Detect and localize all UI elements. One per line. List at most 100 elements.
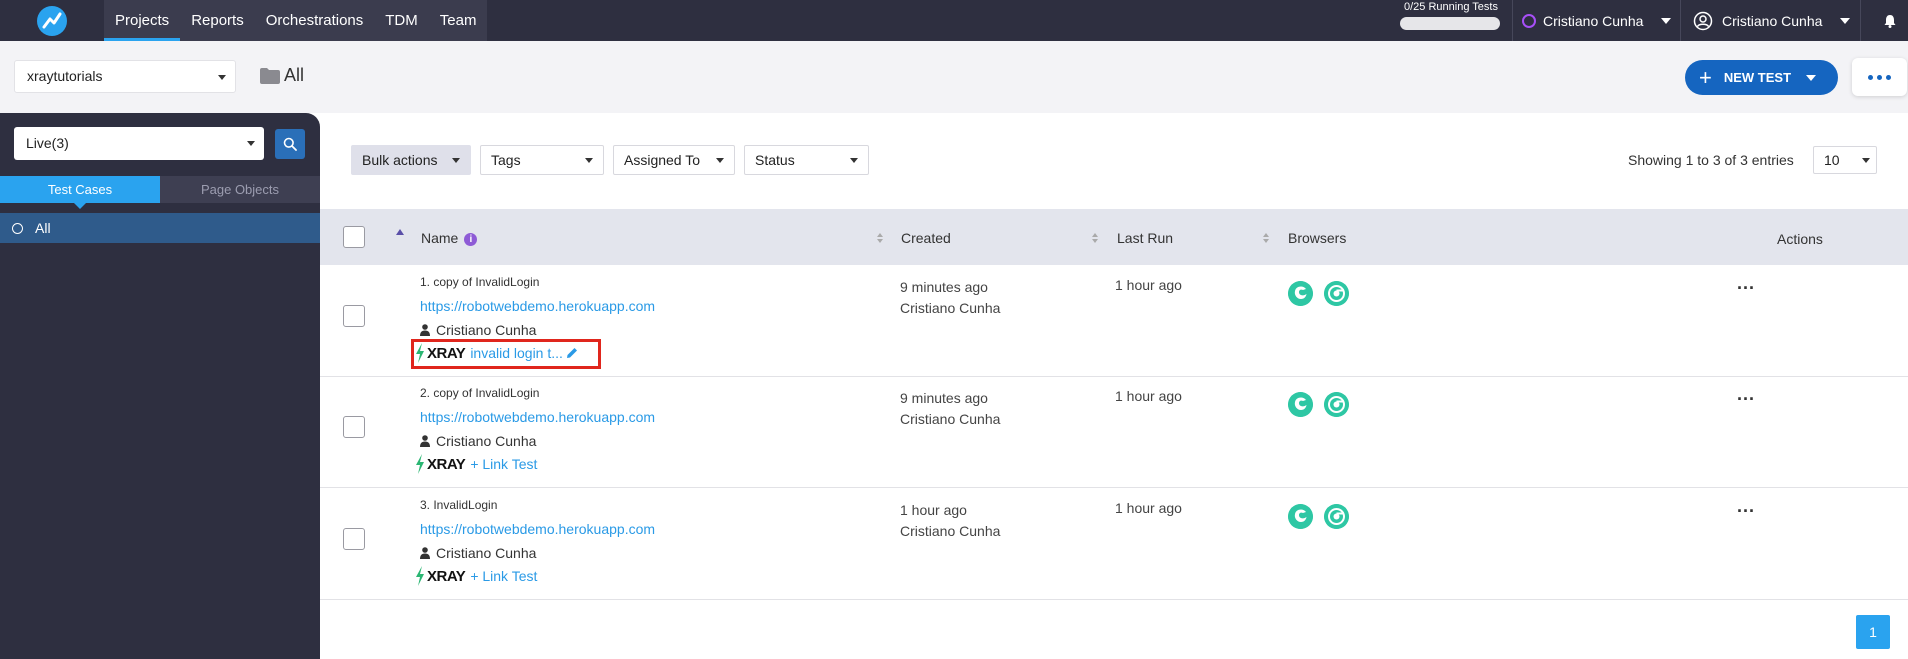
bulk-actions-dropdown[interactable]: Bulk actions xyxy=(351,145,471,175)
nav-divider xyxy=(1680,0,1681,41)
radio-circle-icon xyxy=(12,222,23,234)
info-icon[interactable]: i xyxy=(464,233,478,246)
nav-tab-projects[interactable]: Projects xyxy=(104,0,181,41)
page-size-select[interactable]: 10 xyxy=(1813,146,1877,174)
test-name[interactable]: 3. InvalidLogin xyxy=(420,498,497,512)
tab-page-objects[interactable]: Page Objects xyxy=(160,176,320,203)
more-options-button[interactable] xyxy=(1852,58,1907,96)
page-size-value: 10 xyxy=(1824,152,1840,168)
created-time: 9 minutes ago xyxy=(900,279,988,295)
chrome-icon xyxy=(1324,504,1349,529)
table-header: Name i Created Last Run Browsers Actions xyxy=(320,209,1908,265)
row-actions-button[interactable]: ... xyxy=(1737,273,1755,294)
tags-filter-label: Tags xyxy=(491,152,521,168)
new-test-button[interactable]: + NEW TEST xyxy=(1685,60,1838,95)
sort-icon[interactable] xyxy=(1092,233,1098,243)
tree-item-label: All xyxy=(35,220,51,236)
row-checkbox[interactable] xyxy=(343,416,365,438)
pagination-page-1[interactable]: 1 xyxy=(1856,615,1890,649)
org-user-menu[interactable]: Cristiano Cunha xyxy=(1522,0,1672,41)
live-filter-select[interactable]: Live(3) xyxy=(14,127,264,160)
chevron-down-icon xyxy=(1661,17,1672,24)
bulk-actions-label: Bulk actions xyxy=(362,152,438,168)
status-filter[interactable]: Status xyxy=(744,145,869,175)
sidebar: Live(3) Test Cases Page Objects All xyxy=(0,113,320,659)
table-row[interactable]: 3. InvalidLogin https://robotwebdemo.her… xyxy=(320,488,1908,600)
app-logo-icon[interactable] xyxy=(36,5,68,37)
browser-list xyxy=(1288,281,1349,306)
tab-test-cases[interactable]: Test Cases xyxy=(0,176,160,209)
test-url-link[interactable]: https://robotwebdemo.herokuapp.com xyxy=(420,409,655,425)
account-user-name: Cristiano Cunha xyxy=(1722,12,1823,29)
column-header-name[interactable]: Name i xyxy=(421,230,478,246)
tags-filter[interactable]: Tags xyxy=(480,145,604,175)
chevron-down-icon xyxy=(1806,74,1817,81)
column-header-browsers: Browsers xyxy=(1288,230,1347,246)
last-run-time: 1 hour ago xyxy=(1115,277,1182,293)
firefox-icon xyxy=(1288,504,1313,529)
nav-tab-tdm[interactable]: TDM xyxy=(374,0,429,41)
sidebar-tabs: Test Cases Page Objects xyxy=(0,176,320,209)
test-name[interactable]: 2. copy of InvalidLogin xyxy=(420,386,539,400)
status-filter-label: Status xyxy=(755,152,795,168)
link-test-button[interactable]: + Link Test xyxy=(470,568,537,584)
project-select-value: xraytutorials xyxy=(27,68,103,84)
test-author: Cristiano Cunha xyxy=(420,545,536,561)
highlight-box xyxy=(411,339,601,369)
author-name: Cristiano Cunha xyxy=(436,433,537,449)
chevron-down-icon xyxy=(1862,158,1870,163)
nav-tab-reports[interactable]: Reports xyxy=(180,0,255,41)
entries-count: Showing 1 to 3 of 3 entries xyxy=(1628,152,1794,168)
nav-tab-orchestrations[interactable]: Orchestrations xyxy=(255,0,375,41)
row-actions-button[interactable]: ... xyxy=(1737,384,1755,405)
running-tests-indicator[interactable]: 0/25 Running Tests xyxy=(1400,1,1502,30)
bell-icon[interactable] xyxy=(1883,14,1897,28)
table-row[interactable]: 2. copy of InvalidLogin https://robotweb… xyxy=(320,376,1908,488)
running-tests-label: 0/25 Running Tests xyxy=(1404,1,1498,13)
nav-tab-team[interactable]: Team xyxy=(429,0,488,41)
sort-icon[interactable] xyxy=(1263,233,1269,243)
column-header-created[interactable]: Created xyxy=(901,230,951,246)
xray-brand-text: XRAY xyxy=(427,455,466,473)
column-header-last-run[interactable]: Last Run xyxy=(1117,230,1173,246)
created-by: Cristiano Cunha xyxy=(900,523,1001,539)
chevron-down-icon xyxy=(247,141,255,146)
tree-item-all[interactable]: All xyxy=(0,213,320,243)
chrome-icon xyxy=(1324,392,1349,417)
sort-icon[interactable] xyxy=(877,233,883,243)
chevron-down-icon xyxy=(452,158,460,163)
select-all-checkbox[interactable] xyxy=(343,226,365,248)
plus-icon: + xyxy=(1699,64,1712,90)
test-name[interactable]: 1. copy of InvalidLogin xyxy=(420,275,539,289)
nav-divider xyxy=(1860,0,1861,41)
browser-list xyxy=(1288,504,1349,529)
created-info: 1 hour ago Cristiano Cunha xyxy=(900,500,1000,542)
user-circle-icon xyxy=(1693,11,1713,30)
created-by: Cristiano Cunha xyxy=(900,411,1001,427)
test-url-link[interactable]: https://robotwebdemo.herokuapp.com xyxy=(420,521,655,537)
row-actions-button[interactable]: ... xyxy=(1737,496,1755,517)
chevron-down-icon xyxy=(850,158,858,163)
created-info: 9 minutes ago Cristiano Cunha xyxy=(900,388,1000,430)
sort-ascending-icon[interactable] xyxy=(396,229,404,235)
search-button[interactable] xyxy=(275,129,305,159)
table-row[interactable]: 1. copy of InvalidLogin https://robotweb… xyxy=(320,265,1908,377)
test-url-link[interactable]: https://robotwebdemo.herokuapp.com xyxy=(420,298,655,314)
last-run-time: 1 hour ago xyxy=(1115,388,1182,404)
created-time: 1 hour ago xyxy=(900,502,967,518)
test-author: Cristiano Cunha xyxy=(420,433,536,449)
assigned-to-filter[interactable]: Assigned To xyxy=(613,145,735,175)
xray-brand-text: XRAY xyxy=(427,567,466,585)
row-checkbox[interactable] xyxy=(343,528,365,550)
chevron-down-icon xyxy=(585,158,593,163)
top-nav: Projects Reports Orchestrations TDM Team… xyxy=(0,0,1908,41)
row-checkbox[interactable] xyxy=(343,305,365,327)
link-test-button[interactable]: + Link Test xyxy=(470,456,537,472)
created-time: 9 minutes ago xyxy=(900,390,988,406)
account-user-menu[interactable]: Cristiano Cunha xyxy=(1693,0,1851,41)
project-select[interactable]: xraytutorials xyxy=(14,60,236,93)
browser-list xyxy=(1288,392,1349,417)
test-list-panel: Bulk actions Tags Assigned To Status Sho… xyxy=(320,113,1908,659)
column-name-label: Name xyxy=(421,230,459,246)
live-filter-value: Live(3) xyxy=(26,135,69,151)
